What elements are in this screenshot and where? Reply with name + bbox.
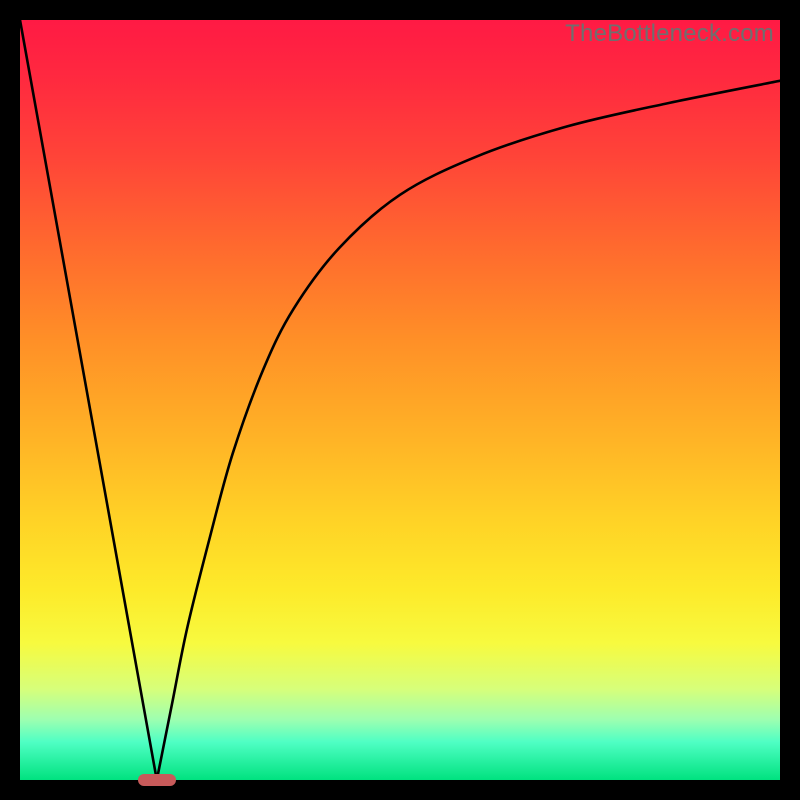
left-line-path bbox=[20, 20, 157, 780]
bottleneck-marker bbox=[138, 774, 176, 786]
plot-area: TheBottleneck.com bbox=[20, 20, 780, 780]
chart-lines bbox=[20, 20, 780, 780]
right-curve-path bbox=[157, 81, 780, 780]
chart-frame: TheBottleneck.com bbox=[0, 0, 800, 800]
